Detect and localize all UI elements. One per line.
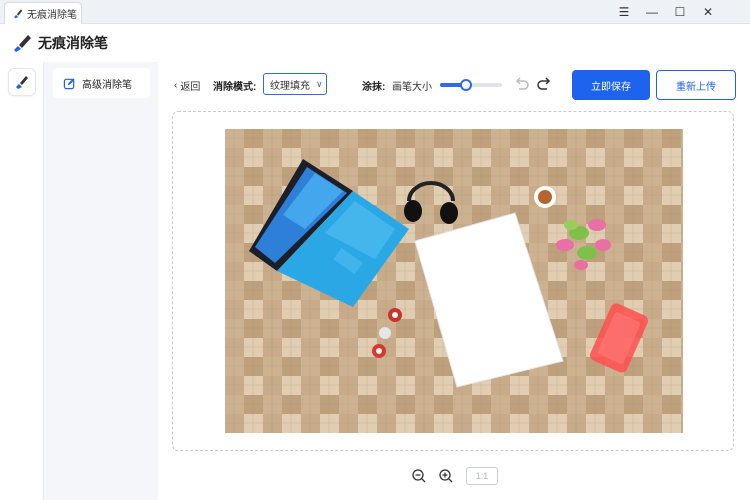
- edit-icon: [63, 77, 75, 89]
- save-button[interactable]: 立即保存: [572, 70, 650, 100]
- redo-icon[interactable]: [536, 76, 552, 92]
- window-tab[interactable]: 无痕消除笔: [4, 2, 82, 24]
- chevron-left-icon: ‹: [174, 80, 178, 91]
- main-panel: ‹ 返回 消除模式: 纹理填充 ∨ 涂抹: 画笔大小 立即保存 重新上传 1:1: [158, 62, 750, 500]
- app-title: 无痕消除笔: [38, 35, 108, 51]
- smear-label: 涂抹:: [362, 82, 386, 93]
- brush-size-slider[interactable]: [440, 79, 502, 91]
- undo-icon[interactable]: [514, 76, 530, 92]
- cup-shape: [534, 186, 556, 208]
- reupload-button[interactable]: 重新上传: [656, 70, 736, 100]
- mode-select[interactable]: 纹理填充 ∨: [263, 73, 327, 95]
- close-button[interactable]: ✕: [694, 0, 722, 24]
- back-button[interactable]: ‹ 返回: [174, 78, 200, 93]
- zoom-out-icon[interactable]: [411, 468, 427, 484]
- canvas-frame: [172, 111, 734, 451]
- restore-button[interactable]: ☐: [666, 0, 694, 24]
- sidebar-item-label: 高级消除笔: [82, 79, 132, 91]
- sidebar: 高级消除笔: [44, 62, 158, 500]
- tab-title: 无痕消除笔: [27, 10, 77, 21]
- chevron-down-icon: ∨: [316, 78, 323, 89]
- zoom-ratio-button[interactable]: 1:1: [466, 467, 498, 485]
- app-logo-icon: [14, 35, 31, 52]
- minimize-icon: —: [646, 5, 658, 19]
- zoom-in-icon[interactable]: [438, 468, 454, 484]
- zoom-bar: 1:1: [158, 466, 750, 486]
- back-label: 返回: [180, 82, 201, 93]
- slider-thumb[interactable]: [460, 79, 472, 91]
- brush-icon: [16, 76, 28, 89]
- rail-eraser-button[interactable]: [8, 68, 36, 96]
- sidebar-item-advanced-eraser[interactable]: 高级消除笔: [53, 68, 150, 98]
- toolbar: ‹ 返回 消除模式: 纹理填充 ∨ 涂抹: 画笔大小 立即保存 重新上传: [158, 62, 750, 108]
- mode-label: 消除模式:: [213, 82, 257, 93]
- edit-image-drawing: [225, 129, 683, 433]
- restore-icon: ☐: [674, 5, 686, 19]
- close-icon: ✕: [702, 5, 714, 19]
- brush-size-label: 画笔大小: [392, 82, 432, 93]
- menu-icon: ☰: [618, 5, 630, 19]
- mode-select-value: 纹理填充: [270, 80, 310, 92]
- left-rail: [0, 62, 44, 500]
- minimize-button[interactable]: —: [638, 0, 666, 24]
- edit-image[interactable]: [225, 129, 683, 433]
- menu-button[interactable]: ☰: [610, 0, 638, 24]
- app-header: 无痕消除笔: [0, 24, 750, 62]
- title-bar: 无痕消除笔 ☰ — ☐ ✕: [0, 0, 750, 24]
- brush-icon: [14, 9, 23, 19]
